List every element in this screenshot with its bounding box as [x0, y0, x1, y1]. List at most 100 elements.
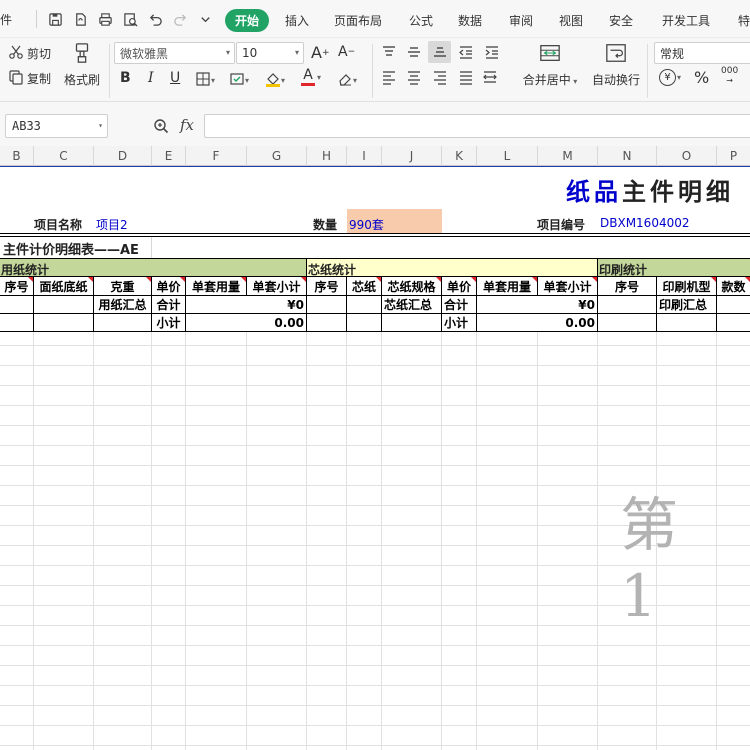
zoom-search-icon[interactable]	[153, 118, 169, 137]
align-right-button[interactable]	[432, 69, 448, 88]
paper-total-label[interactable]: 用纸汇总	[94, 296, 152, 313]
fill-color-button[interactable]: ▾	[265, 71, 285, 90]
align-bottom-button[interactable]	[428, 41, 451, 63]
column-header[interactable]: F	[186, 146, 247, 166]
print-preview-icon[interactable]	[119, 8, 141, 30]
header-cell[interactable]: 单价	[152, 277, 186, 295]
tab-data[interactable]: 数据	[458, 12, 482, 29]
group-core-header[interactable]: 芯纸统计	[307, 259, 598, 277]
tab-page-layout[interactable]: 页面布局	[334, 12, 382, 29]
table-cell[interactable]	[34, 314, 94, 331]
merge-center-button[interactable]: 合并居中 ▾	[519, 42, 581, 88]
font-name-select[interactable]: 微软雅黑 ▾	[114, 42, 235, 64]
increase-font-button[interactable]: A +	[311, 43, 330, 62]
copy-button[interactable]: 复制	[8, 69, 51, 88]
header-cell[interactable]: 序号	[598, 277, 657, 295]
formula-input[interactable]	[204, 114, 750, 138]
header-cell[interactable]: 面纸底纸	[34, 277, 94, 295]
print-total-label[interactable]: 印刷汇总	[657, 296, 717, 313]
spreadsheet-grid[interactable]: 纸品主件明细 项目名称 项目2 数量 990套 项目编号 DBXM1604002…	[0, 166, 750, 750]
header-cell[interactable]: 单套小计	[247, 277, 307, 295]
thousands-button[interactable]: 000 →	[721, 67, 738, 86]
export-pdf-icon[interactable]	[69, 8, 91, 30]
column-header[interactable]: P	[717, 146, 750, 166]
table-cell[interactable]	[657, 314, 717, 331]
group-paper-header[interactable]: 用纸统计	[0, 259, 307, 277]
table-cell[interactable]	[94, 314, 152, 331]
tab-security[interactable]: 安全	[609, 12, 633, 29]
name-box[interactable]: AB33 ▾	[5, 114, 108, 138]
table-cell[interactable]	[307, 314, 347, 331]
header-cell[interactable]: 单套用量	[477, 277, 538, 295]
align-top-button[interactable]	[381, 44, 397, 63]
table-cell[interactable]	[34, 296, 94, 313]
column-header[interactable]: B	[0, 146, 34, 166]
table-cell[interactable]	[347, 296, 382, 313]
column-header[interactable]: N	[598, 146, 657, 166]
header-cell[interactable]: 芯纸	[347, 277, 382, 295]
table-cell[interactable]	[598, 296, 657, 313]
function-icon[interactable]: fx	[180, 116, 194, 134]
header-cell[interactable]: 克重	[94, 277, 152, 295]
paper-sum-value[interactable]: ¥0	[186, 296, 307, 313]
align-left-button[interactable]	[381, 69, 397, 88]
menu-file-partial[interactable]: 件	[0, 11, 12, 28]
save-icon[interactable]	[44, 8, 66, 30]
core-sum-label[interactable]: 合计	[442, 296, 477, 313]
header-cell[interactable]: 印刷机型	[657, 277, 717, 295]
tab-formulas[interactable]: 公式	[409, 12, 433, 29]
table-cell[interactable]	[0, 314, 34, 331]
decrease-font-button[interactable]: A −	[338, 44, 355, 60]
core-subtotal-value[interactable]: 0.00	[477, 314, 598, 331]
tab-special[interactable]: 特	[738, 12, 750, 29]
column-header[interactable]: E	[152, 146, 186, 166]
tab-insert[interactable]: 插入	[285, 12, 309, 29]
column-header[interactable]: O	[657, 146, 717, 166]
column-header[interactable]: J	[382, 146, 442, 166]
table-cell[interactable]	[0, 296, 34, 313]
fill-style-button[interactable]: ▾	[229, 71, 249, 90]
font-color-button[interactable]: A ▾	[301, 68, 321, 86]
paper-subtotal-value[interactable]: 0.00	[186, 314, 307, 331]
percent-button[interactable]: %	[694, 68, 709, 87]
table-cell[interactable]	[717, 314, 750, 331]
column-header[interactable]: K	[442, 146, 477, 166]
column-header[interactable]: L	[477, 146, 538, 166]
tab-view[interactable]: 视图	[559, 12, 583, 29]
underline-button[interactable]: U	[170, 70, 180, 86]
table-cell[interactable]	[717, 296, 750, 313]
column-header[interactable]: D	[94, 146, 152, 166]
quick-access-dropdown-icon[interactable]	[194, 8, 216, 30]
align-center-button[interactable]	[406, 69, 422, 88]
table-cell[interactable]	[307, 296, 347, 313]
increase-indent-button[interactable]	[484, 44, 500, 63]
undo-icon[interactable]	[144, 8, 166, 30]
core-sum-value[interactable]: ¥0	[477, 296, 598, 313]
format-painter-button[interactable]: 格式刷	[60, 42, 104, 88]
core-total-label[interactable]: 芯纸汇总	[382, 296, 442, 313]
header-cell[interactable]: 序号	[0, 277, 34, 295]
paper-sum-label[interactable]: 合计	[152, 296, 186, 313]
bold-button[interactable]: B	[120, 70, 131, 86]
table-cell[interactable]	[347, 314, 382, 331]
header-cell[interactable]: 序号	[307, 277, 347, 295]
column-header[interactable]: M	[538, 146, 598, 166]
redo-icon[interactable]	[169, 8, 191, 30]
header-cell[interactable]: 单套用量	[186, 277, 247, 295]
header-cell[interactable]: 芯纸规格	[382, 277, 442, 295]
justify-button[interactable]	[458, 69, 474, 88]
column-header[interactable]: I	[347, 146, 382, 166]
paper-subtotal-label[interactable]: 小计	[152, 314, 186, 331]
header-cell[interactable]: 款数	[717, 277, 750, 295]
wrap-text-button[interactable]: 自动换行	[589, 42, 643, 88]
currency-button[interactable]: ¥ ▾	[659, 69, 681, 86]
header-cell[interactable]: 单价	[442, 277, 477, 295]
group-print-header[interactable]: 印刷统计	[598, 259, 750, 277]
distribute-button[interactable]	[482, 69, 498, 88]
print-icon[interactable]	[94, 8, 116, 30]
table-cell[interactable]	[382, 314, 442, 331]
italic-button[interactable]: I	[148, 70, 154, 86]
header-cell[interactable]: 单套小计	[538, 277, 598, 295]
column-header[interactable]: C	[34, 146, 94, 166]
clear-button[interactable]: ▾	[337, 71, 357, 90]
